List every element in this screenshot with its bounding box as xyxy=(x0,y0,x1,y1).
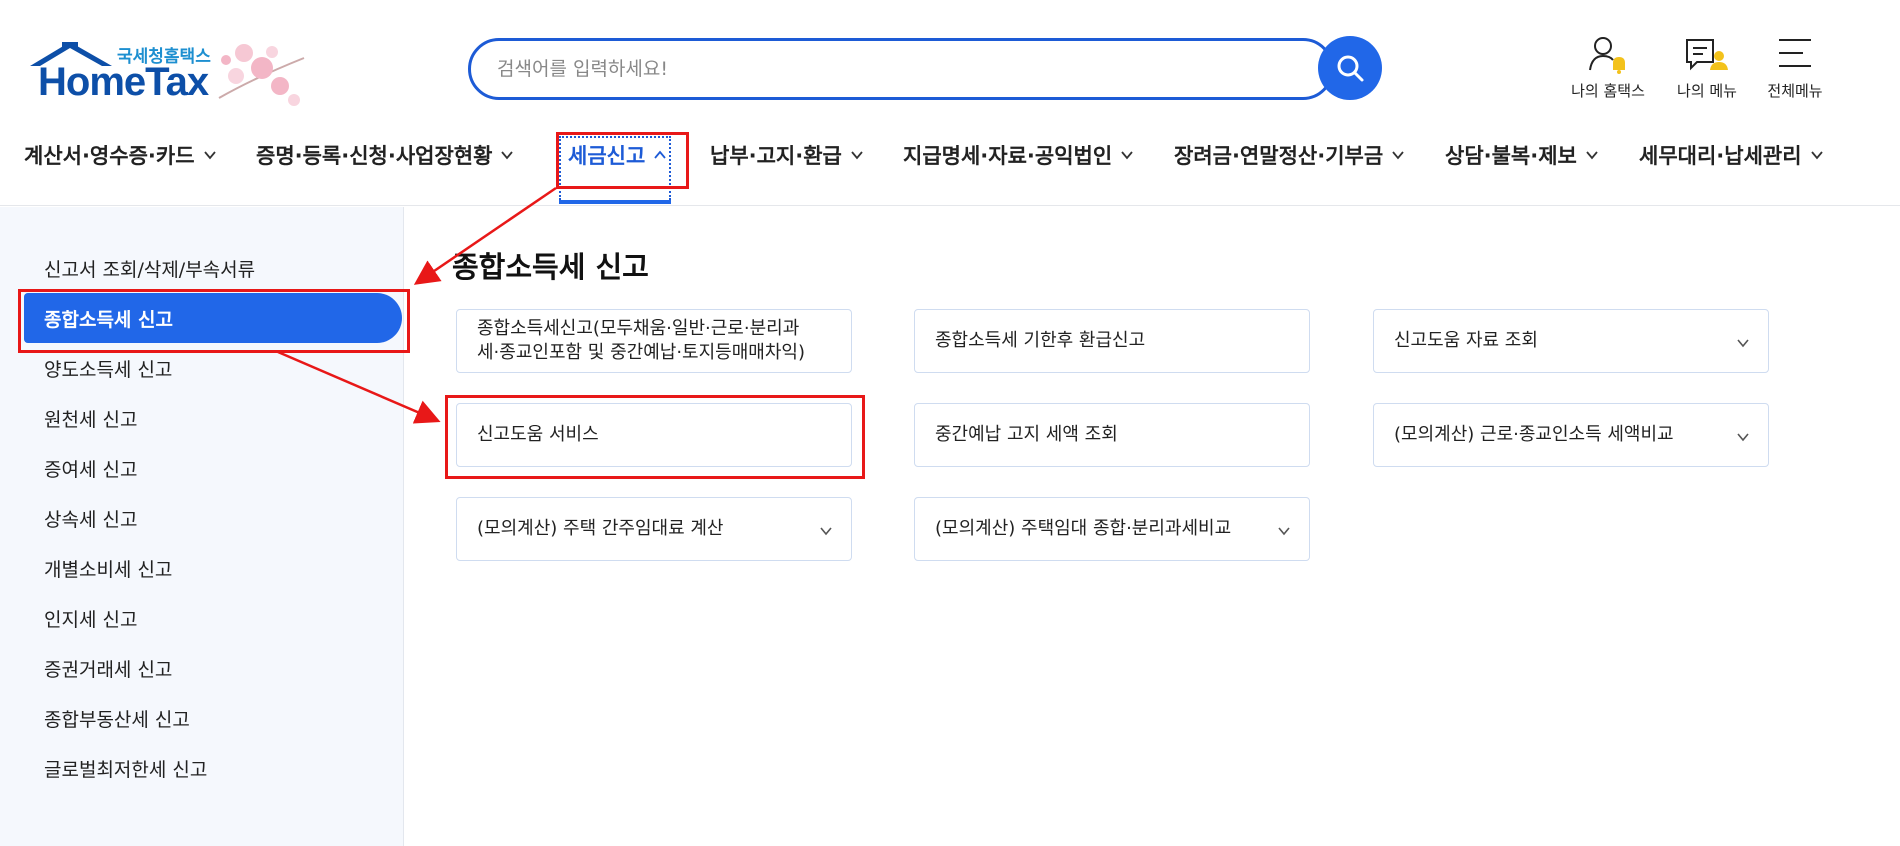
sidebar-item-withholding[interactable]: 원천세 신고 xyxy=(24,393,402,443)
gnb-item-invoice[interactable]: 계산서·영수증·카드 xyxy=(24,140,217,170)
card-label: 신고도움 자료 조회 xyxy=(1394,329,1538,351)
chevron-down-icon xyxy=(820,527,832,536)
sidebar-item-excise[interactable]: 개별소비세 신고 xyxy=(24,543,402,593)
card-income-tax-filing[interactable]: 종합소득세신고(모두채움·일반·근로·분리과세·종교인포함 및 중간예납·토지등… xyxy=(456,309,852,373)
chevron-down-icon xyxy=(1737,433,1749,442)
sidebar: 신고서 조회/삭제/부속서류 종합소득세 신고 양도소득세 신고 원천세 신고 … xyxy=(0,207,404,846)
sidebar-item-income-tax[interactable]: 종합소득세 신고 xyxy=(24,293,402,343)
search-button[interactable] xyxy=(1318,36,1382,100)
chevron-down-icon xyxy=(1810,151,1823,160)
card-label: 종합소득세신고(모두채움·일반·근로·분리과세·종교인포함 및 중간예납·토지등… xyxy=(477,317,805,363)
sidebar-item-real-estate[interactable]: 종합부동산세 신고 xyxy=(24,693,402,743)
card-mock-calc-deemed-rent[interactable]: (모의계산) 주택 간주임대료 계산 xyxy=(456,497,852,561)
card-label: 종합소득세 기한후 환급신고 xyxy=(935,329,1146,351)
sidebar-item-stamp[interactable]: 인지세 신고 xyxy=(24,593,402,643)
gnb-label: 세무대리·납세관리 xyxy=(1639,144,1802,168)
util-label: 나의 메뉴 xyxy=(1677,82,1737,100)
card-label: (모의계산) 주택임대 종합·분리과세비교 xyxy=(935,517,1232,539)
cherry-blossom-icon xyxy=(218,44,305,106)
my-menu-button[interactable]: 나의 메뉴 xyxy=(1662,34,1752,101)
chevron-down-icon xyxy=(501,151,514,160)
chevron-down-icon xyxy=(1586,151,1598,160)
search-bar xyxy=(468,36,1382,102)
gnb-item-consultation[interactable]: 상담·불복·제보 xyxy=(1445,140,1599,170)
gnb-label: 납부·고지·환급 xyxy=(710,144,842,168)
chevron-down-icon xyxy=(203,151,216,160)
page-title: 종합소득세 신고 xyxy=(452,250,649,284)
chevron-down-icon xyxy=(1278,527,1290,536)
hamburger-icon xyxy=(1779,39,1811,67)
card-interim-prepayment-lookup[interactable]: 중간예납 고지 세액 조회 xyxy=(914,403,1310,467)
gnb-item-tax-agent[interactable]: 세무대리·납세관리 xyxy=(1639,140,1824,170)
card-late-refund-filing[interactable]: 종합소득세 기한후 환급신고 xyxy=(914,309,1310,373)
card-label: 신고도움 서비스 xyxy=(477,423,599,445)
menu-user-icon xyxy=(1686,39,1728,71)
card-mock-calc-rental-comparison[interactable]: (모의계산) 주택임대 종합·분리과세비교 xyxy=(914,497,1310,561)
sidebar-item-securities[interactable]: 증권거래세 신고 xyxy=(24,643,402,693)
active-tab-indicator xyxy=(559,200,671,204)
card-filing-help-data[interactable]: 신고도움 자료 조회 xyxy=(1373,309,1769,373)
gnb-item-incentive[interactable]: 장려금·연말정산·기부금 xyxy=(1174,140,1405,170)
user-bell-icon xyxy=(1589,37,1625,74)
chevron-down-icon xyxy=(851,151,863,160)
card-label: (모의계산) 근로·종교인소득 세액비교 xyxy=(1394,423,1674,445)
sidebar-item-capital-gains[interactable]: 양도소득세 신고 xyxy=(24,343,402,393)
chevron-down-icon xyxy=(1737,339,1749,348)
focus-outline xyxy=(559,136,671,200)
search-input[interactable] xyxy=(468,38,1334,100)
hometax-logo[interactable]: 국세청홈택스 HomeTax xyxy=(24,38,324,108)
full-menu-button[interactable]: 전체메뉴 xyxy=(1750,34,1840,101)
sidebar-item-global-min-tax[interactable]: 글로벌최저한세 신고 xyxy=(24,743,402,793)
gnb-label: 장려금·연말정산·기부금 xyxy=(1174,144,1384,168)
sidebar-item-return-lookup[interactable]: 신고서 조회/삭제/부속서류 xyxy=(24,243,402,293)
card-mock-calc-wage-religious[interactable]: (모의계산) 근로·종교인소득 세액비교 xyxy=(1373,403,1769,467)
chevron-down-icon xyxy=(1392,151,1404,160)
logo-title: HomeTax xyxy=(38,60,209,104)
gnb-label: 상담·불복·제보 xyxy=(1445,144,1577,168)
search-icon xyxy=(1337,55,1364,82)
gnb-label: 증명·등록·신청·사업장현황 xyxy=(256,144,493,168)
card-label: 중간예납 고지 세액 조회 xyxy=(935,423,1118,445)
gnb-item-payment-statement[interactable]: 지급명세·자료·공익법인 xyxy=(903,140,1134,170)
sidebar-item-inheritance[interactable]: 상속세 신고 xyxy=(24,493,402,543)
card-filing-help-service[interactable]: 신고도움 서비스 xyxy=(456,403,852,467)
gnb-item-payment[interactable]: 납부·고지·환급 xyxy=(710,140,864,170)
util-label: 나의 홈택스 xyxy=(1571,82,1645,100)
gnb-item-certificate[interactable]: 증명·등록·신청·사업장현황 xyxy=(256,140,514,170)
gnb-label: 지급명세·자료·공익법인 xyxy=(903,144,1113,168)
my-hometax-button[interactable]: 나의 홈택스 xyxy=(1563,34,1653,101)
gnb-label: 계산서·영수증·카드 xyxy=(24,144,195,168)
chevron-down-icon xyxy=(1121,151,1133,160)
header: 국세청홈택스 HomeTax 검색어를 입력하세요! 나의 홈택스 나의 메뉴 … xyxy=(0,0,1900,206)
card-label: (모의계산) 주택 간주임대료 계산 xyxy=(477,517,724,539)
util-label: 전체메뉴 xyxy=(1767,82,1823,100)
sidebar-item-gift-tax[interactable]: 증여세 신고 xyxy=(24,443,402,493)
main-navigation: 계산서·영수증·카드 증명·등록·신청·사업장현황 세금신고 납부·고지·환급 … xyxy=(0,132,1900,206)
